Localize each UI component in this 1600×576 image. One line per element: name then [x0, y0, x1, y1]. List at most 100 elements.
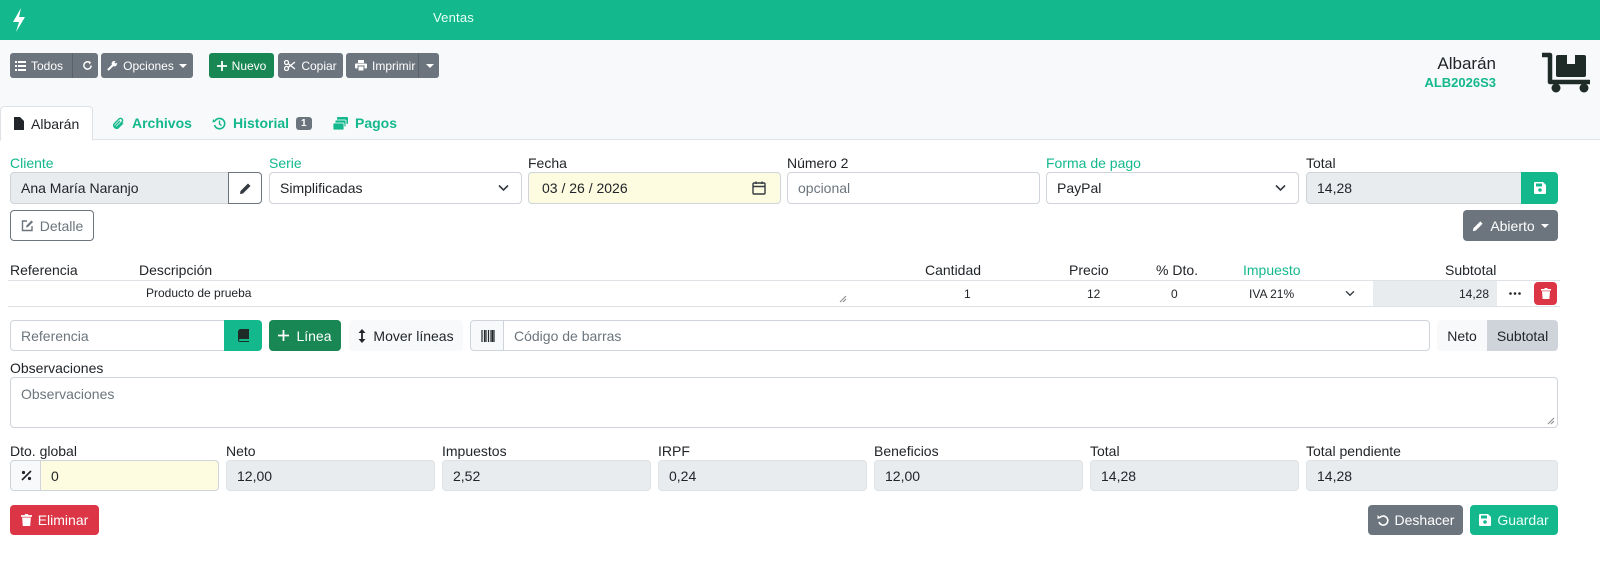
subtotal-toggle-button[interactable]: Subtotal: [1487, 320, 1558, 351]
new-button[interactable]: Nuevo: [209, 53, 274, 78]
observations-textarea[interactable]: Observaciones: [10, 377, 1558, 428]
save-button-label: Guardar: [1497, 512, 1549, 528]
col-description-header: Descripción: [139, 262, 213, 278]
delete-button[interactable]: Eliminar: [10, 505, 99, 535]
edit-square-icon: [21, 220, 33, 232]
line-price[interactable]: 12: [1087, 287, 1100, 301]
document-title: Albarán ALB2026S3: [1424, 54, 1496, 90]
client-value: Ana María Naranjo: [21, 180, 139, 196]
bolt-icon[interactable]: [11, 8, 27, 32]
tab-pagos-label: Pagos: [355, 115, 398, 131]
line-subtotal-field: 14,28: [1373, 281, 1497, 306]
book-icon: [237, 329, 249, 342]
all-button[interactable]: Todos: [10, 53, 98, 78]
wrench-icon: [107, 60, 118, 71]
line-quantity[interactable]: 1: [964, 287, 971, 301]
copy-button[interactable]: Copiar: [278, 53, 343, 78]
observations-placeholder: Observaciones: [21, 386, 115, 402]
profit-field: 12,00: [874, 460, 1083, 491]
options-dropdown-button[interactable]: Opciones: [101, 53, 193, 78]
document-type: Albarán: [1437, 54, 1496, 73]
product-catalog-button[interactable]: [224, 320, 262, 351]
col-subtotal-header: Subtotal: [1445, 262, 1497, 278]
line-subtotal: 14,28: [1458, 287, 1489, 301]
net-toggle-button[interactable]: Neto: [1437, 320, 1487, 351]
payment-method-select[interactable]: PayPal: [1046, 172, 1299, 204]
global-discount-input[interactable]: 0: [40, 460, 219, 491]
tab-historial-label: Historial: [233, 115, 290, 131]
payment-method-value: PayPal: [1057, 180, 1102, 196]
resize-grip-icon[interactable]: [1547, 417, 1555, 425]
tab-pagos[interactable]: Pagos: [333, 106, 397, 140]
top-navbar: Ventas: [0, 0, 1600, 40]
plus-icon: [278, 330, 290, 341]
app-section-title[interactable]: Ventas: [433, 10, 474, 25]
pending-total-field: 14,28: [1306, 460, 1558, 491]
detail-button-label: Detalle: [39, 217, 84, 234]
global-discount-label: Dto. global: [10, 443, 77, 459]
dolly-icon: [1542, 52, 1590, 93]
profit-label: Beneficios: [874, 443, 939, 459]
reference-search-input[interactable]: Referencia: [10, 320, 226, 351]
irpf-value: 0,24: [669, 467, 697, 484]
detail-button[interactable]: Detalle: [10, 210, 94, 241]
line-more-button[interactable]: [1502, 282, 1528, 305]
col-reference-header: Referencia: [10, 262, 78, 278]
payment-method-label: Forma de pago: [1046, 155, 1141, 171]
delete-button-label: Eliminar: [37, 512, 89, 528]
barcode-input[interactable]: Código de barras: [503, 320, 1430, 351]
list-icon: [14, 60, 26, 71]
print-button[interactable]: Imprimir: [346, 53, 439, 78]
printer-icon: [355, 60, 367, 71]
chevron-down-icon: [498, 184, 509, 192]
line-tax-select[interactable]: IVA 21%: [1243, 282, 1363, 305]
move-lines-button[interactable]: Mover líneas: [349, 320, 463, 351]
paperclip-icon: [113, 117, 124, 129]
line-discount[interactable]: 0: [1171, 287, 1178, 301]
total-label: Total: [1306, 155, 1336, 171]
arrows-vertical-icon: [358, 328, 366, 343]
print-options-caret-icon[interactable]: [426, 64, 434, 68]
observations-label: Observaciones: [10, 360, 104, 376]
chevron-down-icon: [1345, 290, 1355, 297]
delete-line-button[interactable]: [1534, 282, 1557, 305]
move-lines-label: Mover líneas: [373, 327, 454, 344]
table-divider: [8, 306, 1560, 307]
series-label: Serie: [269, 155, 302, 171]
barcode-addon: [470, 320, 505, 351]
chevron-down-icon: [1275, 184, 1286, 192]
net-toggle-label: Neto: [1447, 327, 1477, 344]
col-price-header: Precio: [1069, 262, 1109, 278]
taxes-field: 2,52: [442, 460, 651, 491]
series-select[interactable]: Simplificadas: [269, 172, 522, 204]
irpf-label: IRPF: [658, 443, 690, 459]
save-header-button[interactable]: [1521, 172, 1558, 204]
line-description-textarea[interactable]: Producto de prueba: [139, 281, 849, 305]
options-button-label: Opciones: [123, 58, 174, 73]
trash-icon: [20, 514, 32, 526]
refresh-icon[interactable]: [82, 60, 93, 71]
number2-input[interactable]: opcional: [787, 172, 1040, 204]
number2-label: Número 2: [787, 155, 849, 171]
undo-button[interactable]: Deshacer: [1368, 505, 1463, 535]
save-icon: [1533, 182, 1546, 194]
taxes-value: 2,52: [453, 467, 481, 484]
add-line-button[interactable]: Línea: [269, 320, 341, 351]
document-code: ALB2026S3: [1424, 75, 1496, 90]
client-field[interactable]: Ana María Naranjo: [10, 172, 230, 204]
col-tax-header: Impuesto: [1243, 262, 1301, 278]
undo-button-label: Deshacer: [1394, 512, 1455, 528]
tab-historial[interactable]: Historial 1: [212, 106, 312, 140]
tab-albaran[interactable]: Albarán: [0, 106, 94, 141]
save-button[interactable]: Guardar: [1470, 505, 1558, 535]
resize-grip-icon[interactable]: [839, 295, 847, 303]
tab-archivos[interactable]: Archivos: [112, 106, 192, 140]
number2-placeholder: opcional: [798, 180, 851, 196]
grand-total-value: 14,28: [1101, 467, 1137, 484]
status-dropdown-button[interactable]: Abierto: [1463, 210, 1558, 241]
date-input[interactable]: 03 / 26 / 2026: [528, 172, 781, 204]
profit-value: 12,00: [885, 467, 921, 484]
calendar-icon[interactable]: [752, 181, 766, 195]
edit-client-button[interactable]: [228, 172, 262, 204]
barcode-placeholder: Código de barras: [514, 327, 622, 344]
